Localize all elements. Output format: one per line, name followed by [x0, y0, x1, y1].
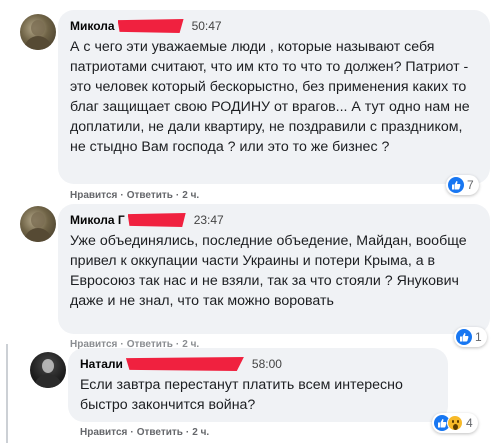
avatar[interactable] — [20, 14, 56, 50]
reply-link[interactable]: Ответить — [137, 427, 183, 438]
comment-text: Если завтра перестанут платить всем инте… — [80, 377, 403, 413]
comment-time: 23:47 — [193, 213, 224, 227]
reaction-summary[interactable]: 1 — [454, 327, 487, 347]
comment-age: 2 ч. — [182, 190, 200, 201]
like-icon — [448, 177, 464, 193]
comment-bubble: Микола Г 23:47 Уже объединялись, последн… — [58, 204, 490, 334]
avatar[interactable] — [30, 352, 66, 388]
comment-actions: Нравится · Ответить · 2 ч. — [80, 427, 210, 438]
comment-time: 58:00 — [251, 357, 282, 371]
thread-divider — [6, 344, 8, 443]
like-link[interactable]: Нравится — [70, 190, 117, 201]
reaction-count: 1 — [475, 330, 482, 344]
reaction-summary[interactable]: 7 — [446, 175, 479, 195]
reaction-count: 4 — [466, 416, 473, 430]
comment-author[interactable]: Микола — [70, 19, 115, 33]
comment-text: Уже объединялись, последние объедение, М… — [70, 233, 467, 309]
comment-actions: Нравится · Ответить · 2 ч. — [70, 190, 200, 201]
redaction-mark — [125, 357, 244, 371]
reaction-count: 7 — [467, 178, 474, 192]
reply-link[interactable]: Ответить — [127, 190, 173, 201]
comment-bubble: Натали 58:00 Если завтра перестанут плат… — [68, 348, 448, 422]
avatar[interactable] — [20, 206, 56, 242]
like-icon — [456, 329, 472, 345]
comment-time: 50:47 — [191, 19, 222, 33]
comment-author[interactable]: Натали — [80, 357, 123, 371]
like-link[interactable]: Нравится — [80, 427, 127, 438]
reaction-summary[interactable]: 4 — [432, 413, 478, 433]
redaction-mark — [127, 213, 186, 227]
wow-icon — [447, 415, 463, 431]
comment-author[interactable]: Микола Г — [70, 213, 125, 227]
comment-bubble: Микола 50:47 А с чего эти уважаемые люди… — [58, 10, 490, 184]
redaction-mark — [117, 19, 184, 33]
comment-age: 2 ч. — [192, 427, 210, 438]
comment-text: А с чего эти уважаемые люди , которые на… — [70, 39, 470, 155]
